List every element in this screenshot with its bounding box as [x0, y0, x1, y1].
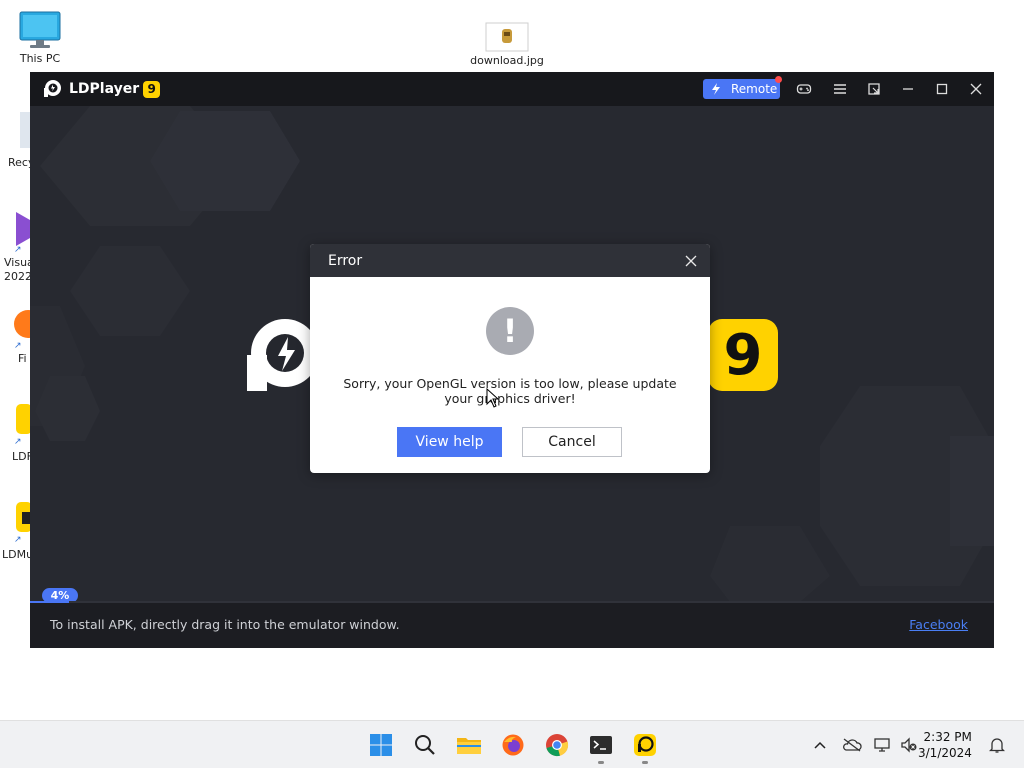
- show-hidden-icons-button[interactable]: [810, 735, 830, 755]
- image-file-icon: [485, 22, 529, 52]
- running-indicator: [598, 761, 604, 764]
- ldmultiplayer-shortcut-icon: ↗: [14, 502, 30, 545]
- menu-button[interactable]: [830, 79, 850, 99]
- desktop-icon-firefox[interactable]: ↗ Fi: [0, 306, 30, 370]
- chrome-button[interactable]: [543, 731, 571, 759]
- desktop-icon-label: LDF: [12, 450, 30, 463]
- search-icon: [415, 735, 435, 755]
- svg-text:↗: ↗: [14, 341, 22, 350]
- minimize-button[interactable]: [898, 79, 918, 99]
- title-bar[interactable]: LDPlayer 9 Remote: [30, 72, 994, 106]
- cloud-off-icon: [843, 738, 862, 752]
- desktop-icon-label: Fi: [18, 352, 27, 365]
- warning-icon: !: [486, 307, 534, 355]
- clock-time: 2:32 PM: [923, 730, 972, 744]
- ldplayer-large-logo-icon: [247, 319, 317, 391]
- desktop-icon-recycle-bin[interactable]: Recy: [0, 106, 30, 176]
- taskbar: 2:32 PM 3/1/2024: [0, 720, 1024, 768]
- install-tip-text: To install APK, directly drag it into th…: [50, 617, 400, 632]
- facebook-link[interactable]: Facebook: [909, 617, 968, 632]
- desktop-icon-ldmultiplayer[interactable]: ↗ LDMu: [0, 500, 30, 566]
- ldplayer-icon: [634, 734, 656, 756]
- ldplayer-shortcut-icon: ↗: [14, 404, 30, 447]
- close-icon: [685, 255, 697, 267]
- dialog-header[interactable]: Error: [310, 244, 710, 277]
- onedrive-tray-button[interactable]: [842, 735, 862, 755]
- volume-tray-button[interactable]: [899, 735, 919, 755]
- desktop-icon-label: LDMu: [2, 548, 30, 561]
- notifications-button[interactable]: [987, 735, 1007, 755]
- minimize-icon: [903, 88, 913, 90]
- monitor-icon: [19, 11, 61, 48]
- desktop-icon-visual-studio[interactable]: ↗ Visua 2022: [0, 210, 30, 286]
- svg-text:↗: ↗: [14, 245, 22, 254]
- close-window-button[interactable]: [966, 79, 986, 99]
- desktop-icon-download-jpg[interactable]: download.jpg: [468, 22, 546, 67]
- view-help-button[interactable]: View help: [397, 427, 502, 457]
- maximize-icon: [936, 83, 948, 95]
- remote-label: Remote: [731, 82, 778, 96]
- error-dialog: Error ! Sorry, your OpenGL version is to…: [310, 244, 710, 473]
- start-button[interactable]: [367, 731, 395, 759]
- clock-date: 3/1/2024: [918, 746, 972, 760]
- network-tray-button[interactable]: [873, 735, 893, 755]
- recycle-bin-icon: [20, 112, 30, 148]
- terminal-button[interactable]: [587, 731, 615, 759]
- desktop-icon-label: download.jpg: [470, 54, 544, 67]
- close-icon: [970, 83, 982, 95]
- running-indicator: [642, 761, 648, 764]
- search-button[interactable]: [411, 731, 439, 759]
- bell-icon: [989, 738, 1005, 753]
- network-icon: [874, 738, 890, 752]
- maximize-button[interactable]: [932, 79, 952, 99]
- desktop-icon-label: Visua: [4, 256, 30, 269]
- windows-logo-icon: [370, 734, 392, 756]
- mouse-cursor-icon: [486, 388, 500, 408]
- firefox-button[interactable]: [499, 731, 527, 759]
- dialog-close-button[interactable]: [682, 252, 700, 270]
- visual-studio-icon: ↗: [14, 212, 30, 255]
- chevron-up-icon: [814, 741, 826, 749]
- error-message: Sorry, your OpenGL version is too low, p…: [343, 376, 677, 406]
- firefox-icon: ↗: [14, 310, 30, 351]
- notification-dot: [775, 76, 782, 83]
- gamepad-button[interactable]: [794, 79, 814, 99]
- cancel-button[interactable]: Cancel: [522, 427, 622, 457]
- dialog-title: Error: [328, 252, 363, 269]
- gamepad-icon: [796, 84, 812, 94]
- terminal-icon: [590, 736, 612, 754]
- desktop-icon-label: 2022: [4, 270, 30, 283]
- firefox-icon: [502, 734, 524, 756]
- desktop-icon-ldplayer[interactable]: ↗ LDF: [0, 402, 30, 466]
- desktop-icon-label: This PC: [19, 52, 61, 65]
- svg-text:↗: ↗: [14, 535, 22, 544]
- ldplayer-logo-icon: [44, 80, 61, 97]
- chrome-icon: [546, 734, 569, 757]
- app-title: LDPlayer: [69, 81, 140, 97]
- hamburger-icon: [834, 84, 846, 94]
- system-clock[interactable]: 2:32 PM 3/1/2024: [918, 729, 972, 761]
- desktop-icon-label: Recy: [8, 156, 30, 169]
- compact-window-icon: [868, 83, 880, 95]
- volume-muted-icon: [901, 737, 917, 753]
- desktop-icon-this-pc[interactable]: This PC: [14, 10, 66, 65]
- svg-text:↗: ↗: [14, 437, 22, 446]
- folder-icon: [457, 738, 481, 754]
- version-nine-logo: 9: [708, 319, 778, 391]
- compact-mode-button[interactable]: [864, 79, 884, 99]
- file-explorer-button[interactable]: [455, 731, 483, 759]
- status-footer: To install APK, directly drag it into th…: [30, 603, 994, 648]
- lightning-icon: [712, 83, 720, 95]
- remote-button[interactable]: Remote: [703, 76, 782, 99]
- ldplayer-taskbar-button[interactable]: [631, 731, 659, 759]
- version-badge: 9: [143, 80, 161, 98]
